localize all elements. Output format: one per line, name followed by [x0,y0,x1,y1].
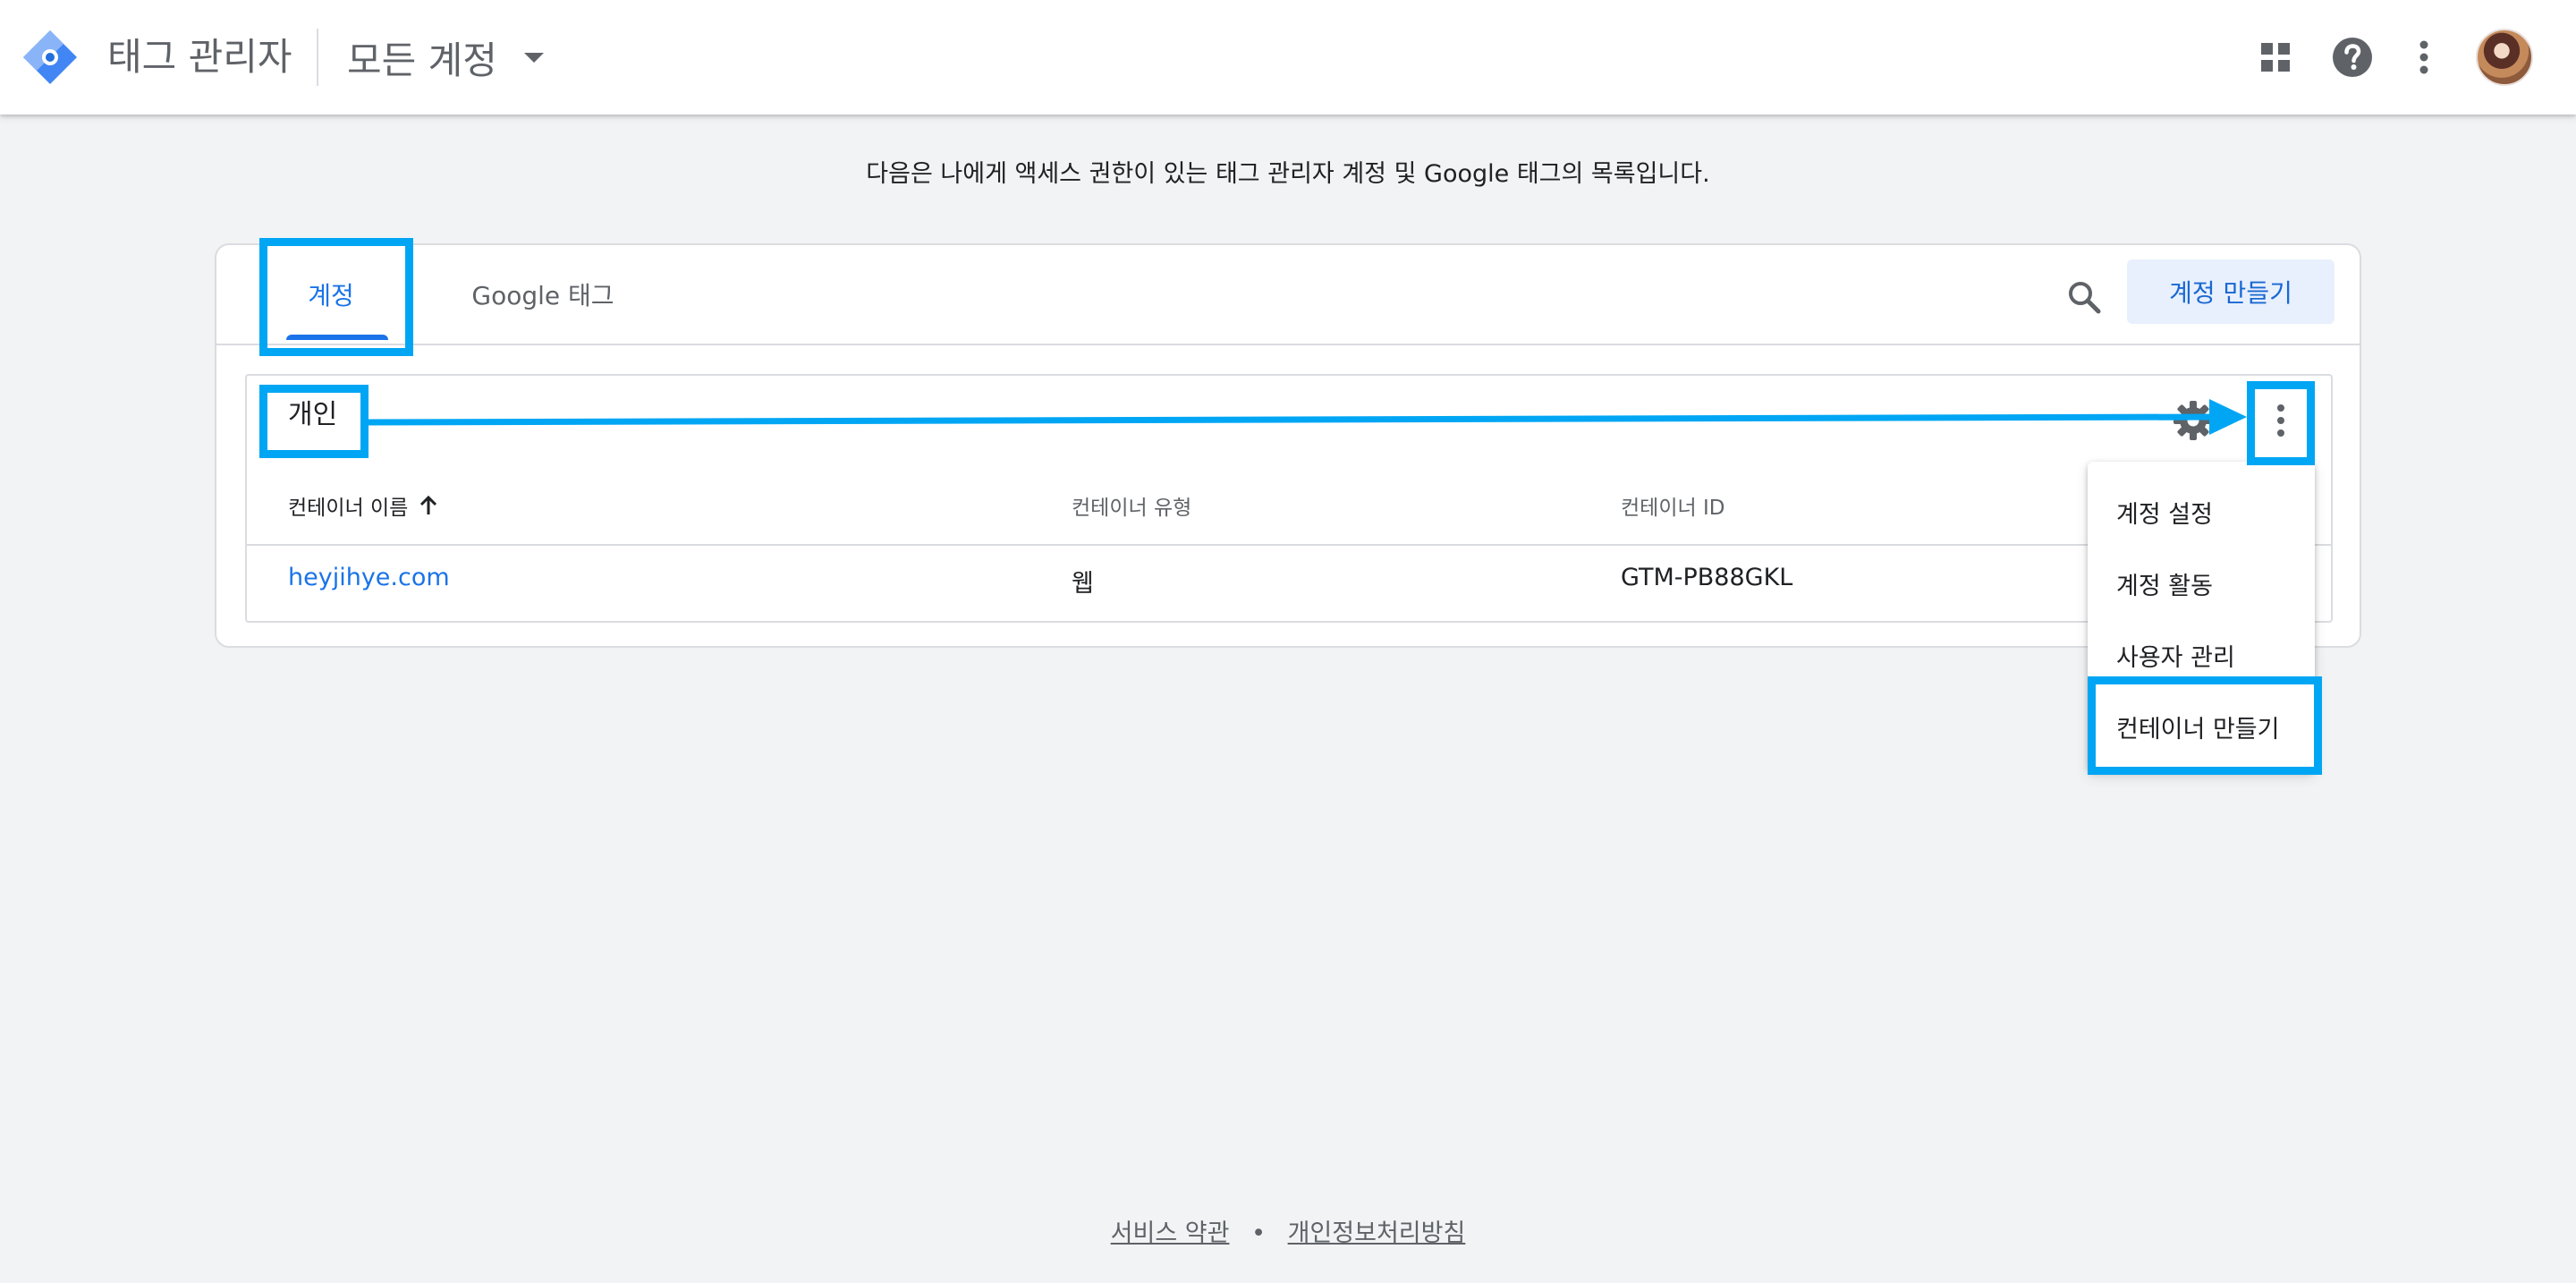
appbar-divider [317,29,318,86]
app-bar: 태그 관리자 모든 계정 [0,0,2576,115]
container-id: GTM-PB88GKL [1621,564,1793,591]
footer-separator: • [1251,1219,1266,1247]
column-header-container-type: 컨테이너 유형 [1072,497,1192,520]
account-panel: 개인 컨테이너 이름 컨테이너 유형 컨테이너 ID heyjihye.com … [245,374,2333,623]
product-name: 태그 관리자 [107,35,292,79]
account-switcher-label: 모든 계정 [347,38,497,82]
terms-of-service-link[interactable]: 서비스 약관 [1111,1219,1230,1247]
tab-google-tags[interactable]: Google 태그 [440,245,646,344]
help-icon[interactable] [2326,30,2379,84]
arrow-up-icon [420,495,437,514]
menu-item-account-activity[interactable]: 계정 활동 [2088,548,2315,619]
column-header-label: 컨테이너 이름 [288,497,409,520]
menu-item-account-settings[interactable]: 계정 설정 [2088,476,2315,548]
column-header-container-name[interactable]: 컨테이너 이름 [288,490,438,521]
tabs-divider [216,344,2360,345]
avatar[interactable] [2476,29,2533,86]
active-tab-indicator [286,335,388,340]
account-options-menu: 계정 설정 계정 활동 사용자 관리 컨테이너 만들기 [2088,462,2315,771]
container-name-link[interactable]: heyjihye.com [288,564,450,591]
apps-grid-icon[interactable] [2249,30,2302,84]
account-name[interactable]: 개인 [288,395,337,435]
container-type: 웹 [1072,570,1094,598]
footer: 서비스 약관 • 개인정보처리방침 [0,1213,2576,1248]
table-divider [247,544,2331,546]
gear-icon[interactable] [2172,399,2215,442]
account-switcher[interactable]: 모든 계정 [347,30,544,84]
caret-down-icon [523,52,544,63]
more-vert-icon[interactable] [2397,30,2451,84]
create-account-button[interactable]: 계정 만들기 [2127,259,2334,324]
account-more-options-button[interactable] [2256,392,2306,449]
privacy-policy-link[interactable]: 개인정보처리방침 [1288,1219,1466,1247]
menu-item-user-management[interactable]: 사용자 관리 [2088,619,2315,691]
menu-item-create-container[interactable]: 컨테이너 만들기 [2088,691,2315,762]
search-icon[interactable] [2057,270,2111,324]
tag-manager-logo-icon[interactable] [21,29,79,86]
accounts-card: 계정 Google 태그 계정 만들기 개인 컨테이너 이름 컨테이너 유형 컨… [215,243,2361,648]
tab-accounts[interactable]: 계정 [270,245,392,344]
intro-text: 다음은 나에게 액세스 권한이 있는 태그 관리자 계정 및 Google 태그… [866,160,1710,188]
more-vert-icon [2277,404,2284,437]
column-header-container-id: 컨테이너 ID [1621,497,1725,520]
